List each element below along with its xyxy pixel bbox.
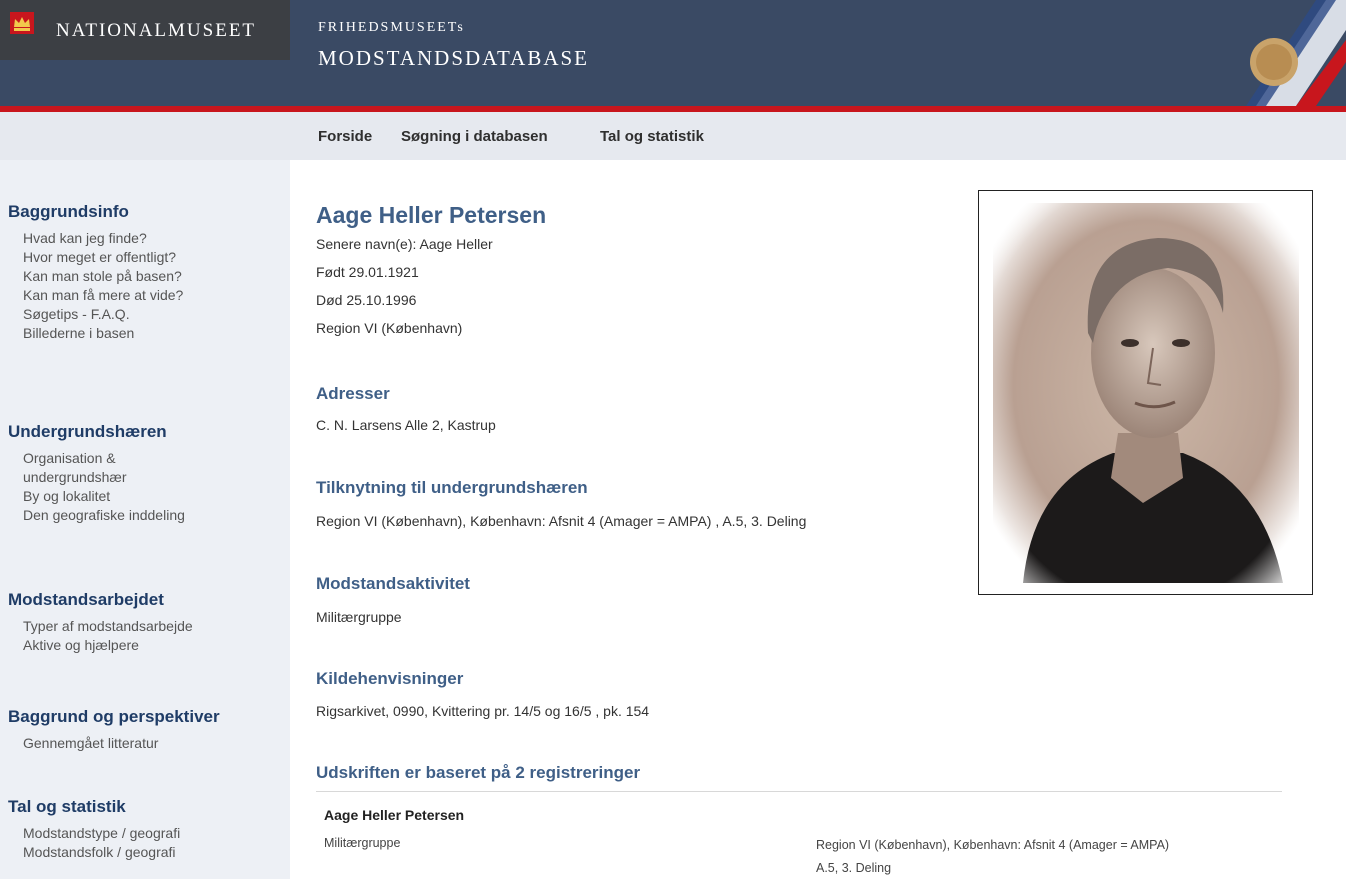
sidebar-heading[interactable]: Modstandsarbejdet: [8, 590, 193, 610]
sidebar-link[interactable]: Typer af modstandsarbejde: [8, 617, 193, 636]
addresses-text: C. N. Larsens Alle 2, Kastrup: [316, 417, 496, 433]
sidebar-heading[interactable]: Baggrundsinfo: [8, 202, 183, 222]
sidebar-link[interactable]: Modstandstype / geografi: [8, 824, 180, 843]
registration-affiliation-line2: A.5, 3. Deling: [816, 861, 892, 875]
activity-heading: Modstandsaktivitet: [316, 574, 470, 593]
sidebar-link[interactable]: Gennemgået litteratur: [8, 734, 220, 753]
sidebar-link[interactable]: By og lokalitet: [8, 487, 185, 506]
sidebar-section-tal-og-statistik: Tal og statistik Modstandstype / geograf…: [8, 797, 180, 862]
crown-icon: [10, 12, 34, 34]
person-portrait-photo[interactable]: [993, 203, 1299, 583]
registration-name: Aage Heller Petersen: [324, 807, 465, 823]
person-name-title: Aage Heller Petersen: [316, 202, 547, 228]
sidebar-link[interactable]: Kan man få mere at vide?: [8, 286, 183, 305]
sidebar-section-baggrund-og-perspektiver: Baggrund og perspektiver Gennemgået litt…: [8, 707, 220, 753]
sidebar-link[interactable]: Den geografiske inddeling: [8, 506, 185, 525]
sidebar-link[interactable]: Organisation &: [8, 449, 185, 468]
nav-forside[interactable]: Forside: [318, 128, 372, 145]
registrations-heading: Udskriften er baseret på 2 registreringe…: [316, 763, 641, 782]
sidebar-heading[interactable]: Undergrundshæren: [8, 422, 185, 442]
nav-soegning[interactable]: Søgning i databasen: [401, 128, 548, 145]
person-later-names: Senere navn(e): Aage Heller: [316, 236, 493, 252]
nationalmuseet-logo-text[interactable]: NATIONALMUSEET: [56, 20, 256, 42]
affiliation-heading: Tilknytning til undergrundshæren: [316, 478, 588, 497]
sidebar-link[interactable]: Billederne i basen: [8, 324, 183, 343]
site-header: NATIONALMUSEET FRIHEDSMUSEETs MODSTANDSD…: [0, 0, 1346, 106]
person-died: Død 25.10.1996: [316, 292, 417, 308]
sidebar-link[interactable]: Hvad kan jeg finde?: [8, 229, 183, 248]
sidebar-heading[interactable]: Baggrund og perspektiver: [8, 707, 220, 727]
sidebar-link[interactable]: Søgetips - F.A.Q.: [8, 305, 183, 324]
sidebar-section-baggrundsinfo: Baggrundsinfo Hvad kan jeg finde? Hvor m…: [8, 202, 183, 343]
sidebar-link[interactable]: Aktive og hjælpere: [8, 636, 193, 655]
nationalmuseet-logo-block[interactable]: NATIONALMUSEET: [0, 0, 290, 60]
sidebar: Baggrundsinfo Hvad kan jeg finde? Hvor m…: [0, 160, 290, 879]
flag-ribbon-icon: [1246, 0, 1346, 106]
sidebar-link[interactable]: Hvor meget er offentligt?: [8, 248, 183, 267]
nav-tal-og-statistik[interactable]: Tal og statistik: [600, 128, 704, 145]
site-title-line1: FRIHEDSMUSEETs: [318, 20, 465, 35]
sidebar-link[interactable]: undergrundshær: [8, 468, 185, 487]
sidebar-section-modstandsarbejdet: Modstandsarbejdet Typer af modstandsarbe…: [8, 590, 193, 655]
sidebar-link[interactable]: Modstandsfolk / geografi: [8, 843, 180, 862]
person-born: Født 29.01.1921: [316, 264, 419, 280]
person-region: Region VI (København): [316, 320, 463, 336]
registration-affiliation-line1: Region VI (København), København: Afsnit…: [816, 838, 1170, 852]
affiliation-text: Region VI (København), København: Afsnit…: [316, 513, 807, 529]
sidebar-section-undergrundshaeren: Undergrundshæren Organisation & undergru…: [8, 422, 185, 525]
addresses-heading: Adresser: [316, 384, 390, 403]
registration-activity: Militærgruppe: [324, 836, 401, 850]
main-navigation: Forside Søgning i databasen Tal og stati…: [0, 112, 1346, 160]
sources-text: Rigsarkivet, 0990, Kvittering pr. 14/5 o…: [316, 703, 650, 719]
person-photo-frame: [978, 190, 1313, 595]
sidebar-heading[interactable]: Tal og statistik: [8, 797, 180, 817]
activity-text: Militærgruppe: [316, 609, 402, 625]
divider: [316, 791, 1282, 792]
site-title-line2: MODSTANDSDATABASE: [318, 46, 589, 70]
sources-heading: Kildehenvisninger: [316, 669, 464, 688]
sidebar-link[interactable]: Kan man stole på basen?: [8, 267, 183, 286]
